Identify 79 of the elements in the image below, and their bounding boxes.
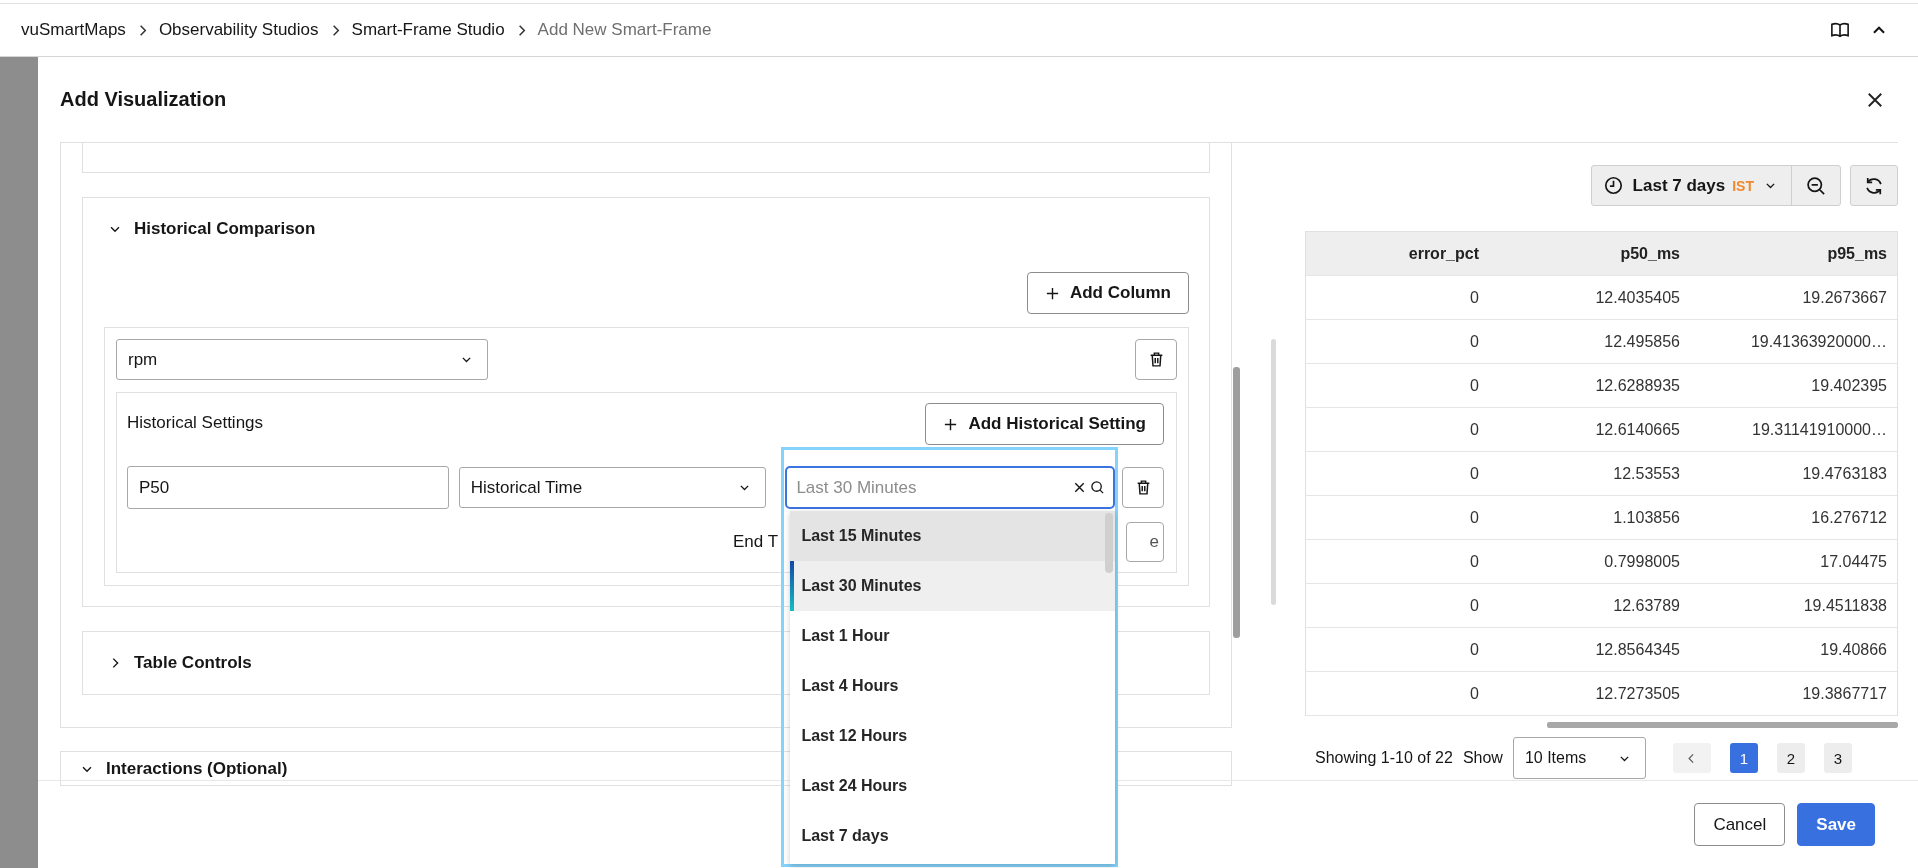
table-cell-text: 19.41363920000… <box>1749 331 1888 352</box>
table-cell-text: 12.7273505 <box>1594 683 1681 704</box>
dropdown-option[interactable]: Last 4 Hours <box>790 661 1116 711</box>
column-header[interactable]: p95_ms <box>1690 232 1897 275</box>
save-button[interactable]: Save <box>1797 803 1875 846</box>
table-cell-text: 12.53553 <box>1612 463 1681 484</box>
settings-title: Historical Settings <box>127 413 264 433</box>
table-cell-text: 19.402395 <box>1810 375 1888 396</box>
scrollbar-thumb[interactable] <box>1547 722 1898 728</box>
end-time-label: End T <box>733 532 780 552</box>
add-historical-setting-button[interactable]: Add Historical Setting <box>925 403 1164 445</box>
zoom-out-icon <box>1806 175 1826 196</box>
dropdown-option[interactable]: Last 30 Minutes <box>790 561 1116 611</box>
table-cell-text: 1.103856 <box>1612 507 1681 528</box>
column-header[interactable]: error_pct <box>1306 232 1489 275</box>
refresh-button[interactable] <box>1850 165 1898 206</box>
table-cell-text: 19.31141910000… <box>1751 419 1888 440</box>
table-cell-text: 0 <box>1469 419 1480 440</box>
dropdown-option[interactable]: Last 15 Minutes <box>790 511 1116 561</box>
table-cell-text: 0 <box>1469 375 1480 396</box>
pagination-summary: Showing 1-10 of 22 <box>1315 749 1453 767</box>
type-select[interactable]: Historical Time <box>458 467 767 508</box>
clock-icon <box>1603 176 1623 195</box>
scrollbar-thumb[interactable] <box>1271 339 1276 605</box>
breadcrumb-link[interactable]: Observability Studios <box>158 20 319 40</box>
end-time-button[interactable]: e <box>1126 522 1164 562</box>
dropdown-option[interactable]: Last 24 Hours <box>790 761 1116 811</box>
plus-icon <box>1044 285 1060 301</box>
add-column-button[interactable]: Add Column <box>1026 272 1189 314</box>
page-button[interactable]: 3 <box>1823 743 1852 773</box>
page-button[interactable]: 1 <box>1729 743 1758 773</box>
search-field[interactable]: Last 30 Minutes <box>785 466 1116 509</box>
dialog-title: Add Visualization <box>60 88 227 111</box>
column-header[interactable]: p50_ms <box>1489 232 1690 275</box>
show-label: Show <box>1462 749 1503 767</box>
table-cell-text: 12.63789 <box>1612 595 1681 616</box>
refresh-icon <box>1864 175 1884 196</box>
table-cell-text: 12.495856 <box>1603 331 1681 352</box>
table-cell-text: 0 <box>1469 331 1480 352</box>
dropdown-option[interactable]: Last 12 Hours <box>790 711 1116 761</box>
table-cell-text: 0 <box>1469 507 1480 528</box>
table-cell-text: 0 <box>1469 683 1480 704</box>
table-cell-text: 16.276712 <box>1810 507 1888 528</box>
table-cell-text: 19.3867717 <box>1801 683 1888 704</box>
table-cell-text: 19.2673667 <box>1801 287 1888 308</box>
scrollbar-thumb[interactable] <box>1105 513 1114 573</box>
table-cell-text: 0 <box>1469 595 1480 616</box>
table-cell-text: 12.6140665 <box>1594 419 1681 440</box>
table-cell-text: 0.7998005 <box>1603 551 1681 572</box>
breadcrumb-current: Add New Smart-Frame <box>537 20 712 40</box>
page-size-select[interactable]: 10 Items <box>1512 737 1646 779</box>
section-title[interactable]: Historical Comparison <box>134 219 316 239</box>
breadcrumb-link[interactable]: Smart-Frame Studio <box>351 20 505 40</box>
table-cell-text: 19.4511838 <box>1802 595 1888 616</box>
dropdown-option[interactable]: Last 1 Hour <box>790 611 1116 661</box>
table-cell-text: 0 <box>1469 463 1480 484</box>
cancel-button[interactable]: Cancel <box>1694 803 1786 846</box>
table-cell-text: 0 <box>1469 551 1480 572</box>
table-cell-text: 19.40866 <box>1819 639 1888 660</box>
scrollbar-thumb[interactable] <box>1233 367 1240 638</box>
metric-select[interactable]: rpm <box>116 339 488 380</box>
search-icon[interactable] <box>1090 480 1106 495</box>
breadcrumb-link[interactable]: vuSmartMaps <box>21 20 126 40</box>
table-cell-text: 0 <box>1469 639 1480 660</box>
table-cell-text: 0 <box>1469 287 1480 308</box>
table-cell-text: 12.8564345 <box>1594 639 1681 660</box>
section-title[interactable]: Table Controls <box>134 653 252 673</box>
table-cell-text: 12.6288935 <box>1594 375 1681 396</box>
page-button[interactable]: 2 <box>1776 743 1805 773</box>
dropdown-option[interactable]: Last 7 days <box>790 811 1116 861</box>
table-cell-text: 17.04475 <box>1819 551 1888 572</box>
table-cell-text: 19.4763183 <box>1801 463 1888 484</box>
book-icon[interactable] <box>1830 20 1850 40</box>
delete-button[interactable] <box>1122 467 1164 508</box>
name-input[interactable]: P50 <box>127 466 449 509</box>
delete-button[interactable] <box>1135 339 1177 380</box>
plus-icon <box>943 416 959 432</box>
table-cell-text: 12.4035405 <box>1594 287 1681 308</box>
section-title[interactable]: Interactions (Optional) <box>106 758 288 779</box>
